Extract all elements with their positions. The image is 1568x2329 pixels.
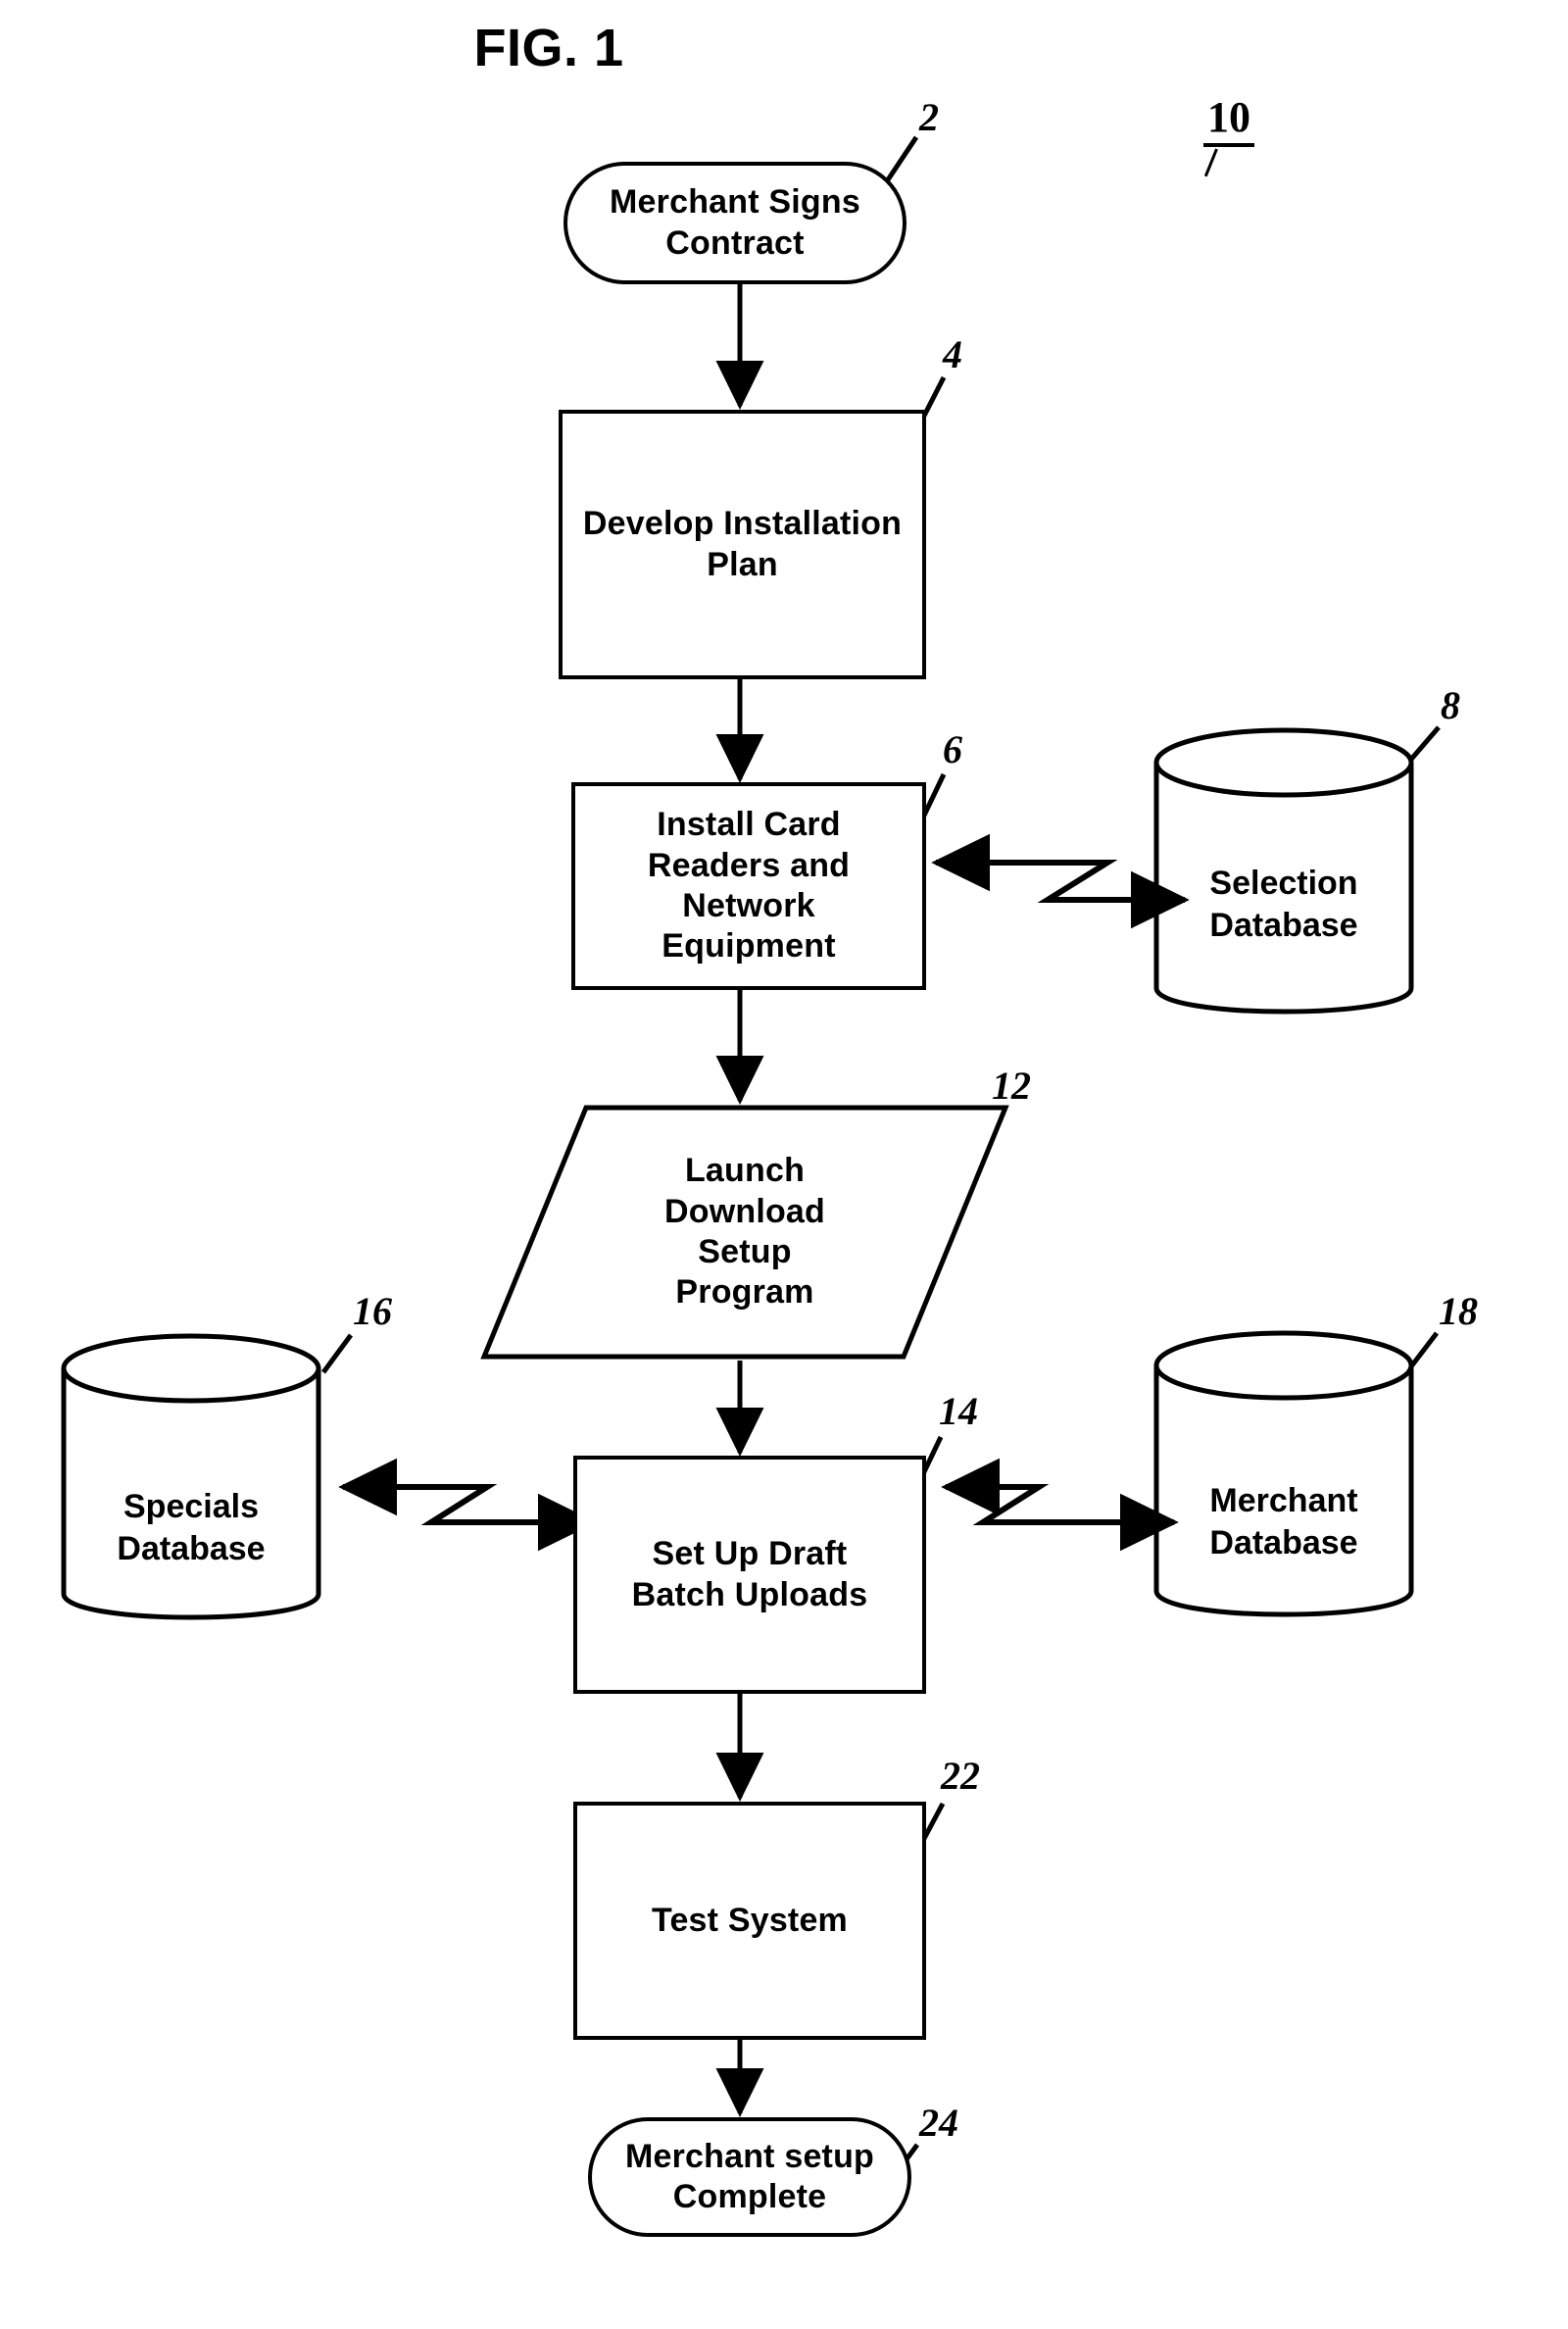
ref-label-8: 8 xyxy=(1441,683,1460,727)
node-selection-database[interactable]: Selection Database xyxy=(1152,725,1416,1029)
ref-label-6: 6 xyxy=(943,727,962,771)
system-reference-number: 10 xyxy=(1203,96,1254,147)
ref-label-12: 12 xyxy=(992,1064,1031,1108)
ref-label-18: 18 xyxy=(1439,1289,1478,1333)
cylinder-shape xyxy=(61,1333,321,1620)
node-label: Develop Installation Plan xyxy=(582,505,903,583)
node-label: Selection Database xyxy=(1209,865,1358,944)
node-label: Merchant Database xyxy=(1209,1482,1358,1561)
leader-line-2 xyxy=(884,135,919,183)
node-launch-download-setup-program[interactable]: Launch Download Setup Program xyxy=(480,1104,1009,1361)
leader-line-16 xyxy=(320,1333,354,1374)
node-set-up-draft-batch-uploads[interactable]: Set Up Draft Batch Uploads xyxy=(573,1456,926,1694)
ref-label-24: 24 xyxy=(919,2101,958,2145)
edge-specials-batch-zigzag xyxy=(338,1458,597,1552)
ref-label-4: 4 xyxy=(943,332,962,376)
system-reference-10: 10 xyxy=(1203,96,1254,176)
node-install-card-readers[interactable]: Install Card Readers and Network Equipme… xyxy=(571,782,926,990)
node-merchant-database[interactable]: Merchant Database xyxy=(1152,1328,1416,1632)
edge-install-selection-zigzag xyxy=(931,833,1190,929)
node-specials-database[interactable]: Specials Database xyxy=(59,1331,323,1635)
node-label: Merchant setup Complete xyxy=(624,2137,875,2215)
node-merchant-setup-complete[interactable]: Merchant setup Complete xyxy=(588,2117,911,2237)
node-merchant-signs-contract[interactable]: Merchant Signs Contract xyxy=(564,162,906,284)
node-label: Test System xyxy=(652,1901,848,1939)
node-label: Set Up Draft Batch Uploads xyxy=(631,1535,868,1613)
ref-label-2: 2 xyxy=(919,95,939,139)
ref-label-16: 16 xyxy=(353,1289,392,1333)
node-test-system[interactable]: Test System xyxy=(573,1802,926,2040)
figure-title: FIG. 1 xyxy=(473,19,624,77)
node-develop-installation-plan[interactable]: Develop Installation Plan xyxy=(559,410,926,679)
node-label: Launch Download Setup Program xyxy=(663,1152,826,1312)
edge-batch-merchant-zigzag xyxy=(941,1458,1179,1552)
system-reference-tick xyxy=(1203,147,1254,176)
node-label: Merchant Signs Contract xyxy=(610,183,860,262)
node-label: Install Card Readers and Network Equipme… xyxy=(647,806,851,966)
patent-figure-page: FIG. 1 10 Merchant Signs Contract 2 Deve… xyxy=(0,0,1568,2329)
node-label: Specials Database xyxy=(117,1488,266,1567)
ref-label-22: 22 xyxy=(941,1754,980,1798)
ref-label-14: 14 xyxy=(939,1389,978,1433)
